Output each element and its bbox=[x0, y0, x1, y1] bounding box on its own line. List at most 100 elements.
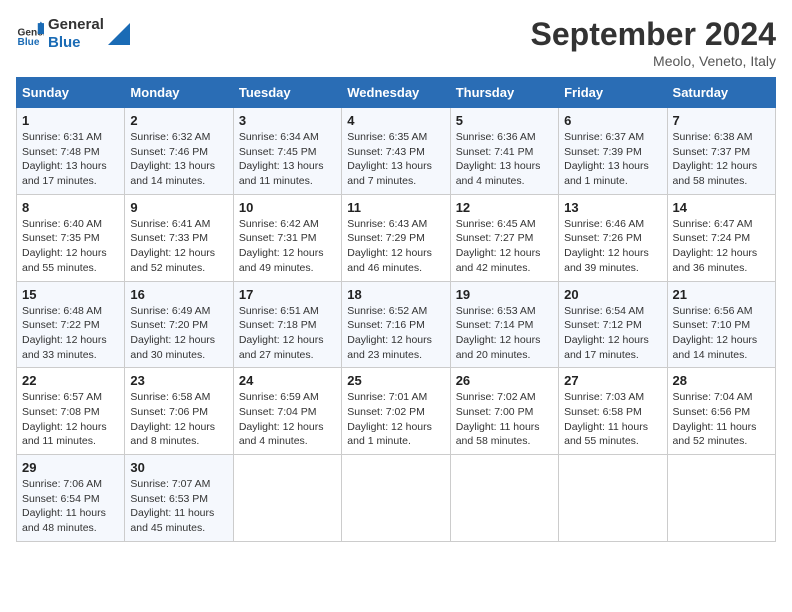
week-row-1: 1Sunrise: 6:31 AM Sunset: 7:48 PM Daylig… bbox=[17, 108, 776, 195]
day-number: 5 bbox=[456, 113, 553, 128]
header-monday: Monday bbox=[125, 78, 233, 108]
calendar-table: SundayMondayTuesdayWednesdayThursdayFrid… bbox=[16, 77, 776, 542]
calendar-cell: 8 Sunrise: 6:40 AM Sunset: 7:35 PM Daylig… bbox=[17, 194, 125, 281]
day-number: 7 bbox=[673, 113, 770, 128]
month-title: September 2024 bbox=[531, 16, 776, 53]
day-number: 15 bbox=[22, 287, 119, 302]
day-info: Sunrise: 6:35 AM Sunset: 7:43 PM Dayligh… bbox=[347, 130, 444, 189]
page-header: General Blue General Blue September 2024… bbox=[16, 16, 776, 69]
day-number: 23 bbox=[130, 373, 227, 388]
day-info: Sunrise: 7:02 AM Sunset: 7:00 PM Dayligh… bbox=[456, 390, 553, 449]
calendar-cell bbox=[450, 455, 558, 542]
calendar-cell: 10Sunrise: 6:42 AM Sunset: 7:31 PM Dayli… bbox=[233, 194, 341, 281]
day-number: 26 bbox=[456, 373, 553, 388]
day-info: Sunrise: 6:41 AM Sunset: 7:33 PM Dayligh… bbox=[130, 217, 227, 276]
day-info: Sunrise: 6:56 AM Sunset: 7:10 PM Dayligh… bbox=[673, 304, 770, 363]
day-info: Sunrise: 6:32 AM Sunset: 7:46 PM Dayligh… bbox=[130, 130, 227, 189]
day-info: Sunrise: 6:47 AM Sunset: 7:24 PM Dayligh… bbox=[673, 217, 770, 276]
calendar-cell bbox=[559, 455, 667, 542]
calendar-cell: 24 Sunrise: 6:59 AM Sunset: 7:04 PM Dayli… bbox=[233, 368, 341, 455]
day-number: 4 bbox=[347, 113, 444, 128]
day-info: Sunrise: 6:40 AM Sunset: 7:35 PM Dayligh… bbox=[22, 217, 119, 276]
day-number: 8 bbox=[22, 200, 119, 215]
day-info: Sunrise: 6:48 AM Sunset: 7:22 PM Dayligh… bbox=[22, 304, 119, 363]
day-info: Sunrise: 6:54 AM Sunset: 7:12 PM Dayligh… bbox=[564, 304, 661, 363]
logo-icon: General Blue bbox=[16, 20, 44, 48]
header-tuesday: Tuesday bbox=[233, 78, 341, 108]
svg-text:Blue: Blue bbox=[18, 37, 40, 48]
calendar-cell: 2 Sunrise: 6:32 AM Sunset: 7:46 PM Daylig… bbox=[125, 108, 233, 195]
calendar-cell: 17 Sunrise: 6:51 AM Sunset: 7:18 PM Dayli… bbox=[233, 281, 341, 368]
calendar-cell: 1Sunrise: 6:31 AM Sunset: 7:48 PM Daylig… bbox=[17, 108, 125, 195]
calendar-cell bbox=[233, 455, 341, 542]
calendar-cell: 11 Sunrise: 6:43 AM Sunset: 7:29 PM Dayli… bbox=[342, 194, 450, 281]
day-number: 2 bbox=[130, 113, 227, 128]
calendar-cell: 13 Sunrise: 6:46 AM Sunset: 7:26 PM Dayli… bbox=[559, 194, 667, 281]
calendar-cell: 3 Sunrise: 6:34 AM Sunset: 7:45 PM Daylig… bbox=[233, 108, 341, 195]
header-friday: Friday bbox=[559, 78, 667, 108]
calendar-cell: 20 Sunrise: 6:54 AM Sunset: 7:12 PM Dayli… bbox=[559, 281, 667, 368]
header-thursday: Thursday bbox=[450, 78, 558, 108]
calendar-cell: 18 Sunrise: 6:52 AM Sunset: 7:16 PM Dayli… bbox=[342, 281, 450, 368]
day-info: Sunrise: 6:53 AM Sunset: 7:14 PM Dayligh… bbox=[456, 304, 553, 363]
day-info: Sunrise: 7:06 AM Sunset: 6:54 PM Dayligh… bbox=[22, 477, 119, 536]
calendar-cell: 28Sunrise: 7:04 AM Sunset: 6:56 PM Dayli… bbox=[667, 368, 775, 455]
day-info: Sunrise: 7:04 AM Sunset: 6:56 PM Dayligh… bbox=[673, 390, 770, 449]
calendar-cell: 6Sunrise: 6:37 AM Sunset: 7:39 PM Daylig… bbox=[559, 108, 667, 195]
calendar-cell: 23Sunrise: 6:58 AM Sunset: 7:06 PM Dayli… bbox=[125, 368, 233, 455]
calendar-cell: 7Sunrise: 6:38 AM Sunset: 7:37 PM Daylig… bbox=[667, 108, 775, 195]
day-number: 24 bbox=[239, 373, 336, 388]
day-number: 17 bbox=[239, 287, 336, 302]
day-number: 3 bbox=[239, 113, 336, 128]
day-number: 20 bbox=[564, 287, 661, 302]
calendar-cell: 16Sunrise: 6:49 AM Sunset: 7:20 PM Dayli… bbox=[125, 281, 233, 368]
day-info: Sunrise: 6:46 AM Sunset: 7:26 PM Dayligh… bbox=[564, 217, 661, 276]
day-info: Sunrise: 6:52 AM Sunset: 7:16 PM Dayligh… bbox=[347, 304, 444, 363]
day-number: 27 bbox=[564, 373, 661, 388]
day-number: 19 bbox=[456, 287, 553, 302]
calendar-cell: 27 Sunrise: 7:03 AM Sunset: 6:58 PM Dayli… bbox=[559, 368, 667, 455]
day-info: Sunrise: 6:31 AM Sunset: 7:48 PM Dayligh… bbox=[22, 130, 119, 189]
header-wednesday: Wednesday bbox=[342, 78, 450, 108]
calendar-cell: 30 Sunrise: 7:07 AM Sunset: 6:53 PM Dayli… bbox=[125, 455, 233, 542]
blue-triangle-icon bbox=[108, 23, 130, 45]
day-info: Sunrise: 7:03 AM Sunset: 6:58 PM Dayligh… bbox=[564, 390, 661, 449]
day-number: 12 bbox=[456, 200, 553, 215]
day-info: Sunrise: 6:51 AM Sunset: 7:18 PM Dayligh… bbox=[239, 304, 336, 363]
location-label: Meolo, Veneto, Italy bbox=[531, 53, 776, 69]
day-number: 30 bbox=[130, 460, 227, 475]
day-number: 29 bbox=[22, 460, 119, 475]
day-info: Sunrise: 6:43 AM Sunset: 7:29 PM Dayligh… bbox=[347, 217, 444, 276]
day-number: 22 bbox=[22, 373, 119, 388]
day-number: 21 bbox=[673, 287, 770, 302]
logo-line2: Blue bbox=[48, 34, 104, 52]
day-info: Sunrise: 6:45 AM Sunset: 7:27 PM Dayligh… bbox=[456, 217, 553, 276]
day-info: Sunrise: 6:36 AM Sunset: 7:41 PM Dayligh… bbox=[456, 130, 553, 189]
day-number: 13 bbox=[564, 200, 661, 215]
calendar-cell: 5 Sunrise: 6:36 AM Sunset: 7:41 PM Daylig… bbox=[450, 108, 558, 195]
logo-line1: General bbox=[48, 16, 104, 34]
week-row-4: 22Sunrise: 6:57 AM Sunset: 7:08 PM Dayli… bbox=[17, 368, 776, 455]
header-saturday: Saturday bbox=[667, 78, 775, 108]
day-number: 11 bbox=[347, 200, 444, 215]
day-number: 25 bbox=[347, 373, 444, 388]
day-number: 18 bbox=[347, 287, 444, 302]
calendar-cell: 29 Sunrise: 7:06 AM Sunset: 6:54 PM Dayli… bbox=[17, 455, 125, 542]
day-info: Sunrise: 7:01 AM Sunset: 7:02 PM Dayligh… bbox=[347, 390, 444, 449]
day-info: Sunrise: 6:34 AM Sunset: 7:45 PM Dayligh… bbox=[239, 130, 336, 189]
day-number: 6 bbox=[564, 113, 661, 128]
day-info: Sunrise: 6:49 AM Sunset: 7:20 PM Dayligh… bbox=[130, 304, 227, 363]
calendar-cell: 26 Sunrise: 7:02 AM Sunset: 7:00 PM Dayli… bbox=[450, 368, 558, 455]
calendar-header-row: SundayMondayTuesdayWednesdayThursdayFrid… bbox=[17, 78, 776, 108]
day-info: Sunrise: 7:07 AM Sunset: 6:53 PM Dayligh… bbox=[130, 477, 227, 536]
calendar-cell: 21 Sunrise: 6:56 AM Sunset: 7:10 PM Dayli… bbox=[667, 281, 775, 368]
calendar-cell: 25 Sunrise: 7:01 AM Sunset: 7:02 PM Dayli… bbox=[342, 368, 450, 455]
calendar-cell: 22Sunrise: 6:57 AM Sunset: 7:08 PM Dayli… bbox=[17, 368, 125, 455]
week-row-2: 8 Sunrise: 6:40 AM Sunset: 7:35 PM Daylig… bbox=[17, 194, 776, 281]
calendar-cell: 4 Sunrise: 6:35 AM Sunset: 7:43 PM Daylig… bbox=[342, 108, 450, 195]
title-block: September 2024 Meolo, Veneto, Italy bbox=[531, 16, 776, 69]
logo: General Blue General Blue bbox=[16, 16, 130, 52]
day-info: Sunrise: 6:59 AM Sunset: 7:04 PM Dayligh… bbox=[239, 390, 336, 449]
calendar-cell: 15 Sunrise: 6:48 AM Sunset: 7:22 PM Dayli… bbox=[17, 281, 125, 368]
day-number: 10 bbox=[239, 200, 336, 215]
